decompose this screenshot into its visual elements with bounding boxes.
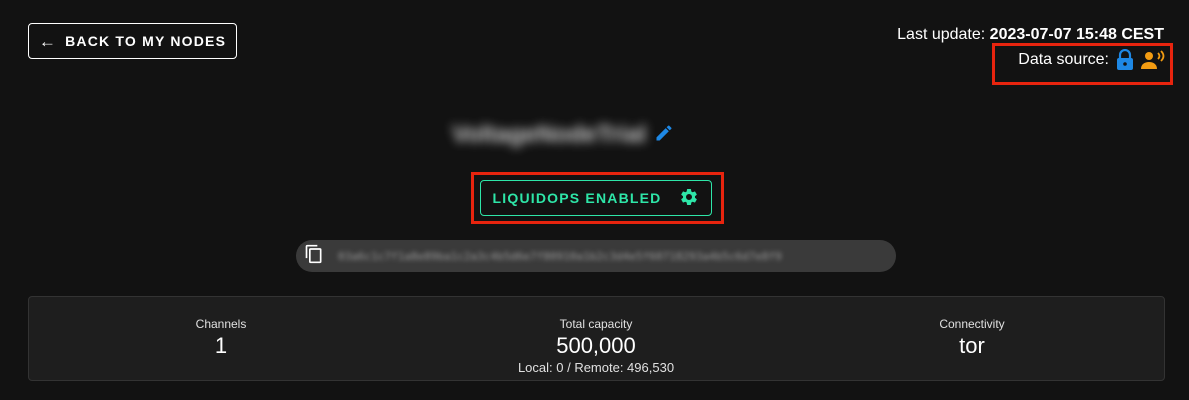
arrow-left-icon: ← [38, 31, 58, 51]
last-update-value: 2023-07-07 15:48 CEST [989, 26, 1164, 43]
edit-pencil-icon[interactable] [654, 123, 674, 148]
channels-value: 1 [214, 333, 228, 358]
liquidops-label: LIQUIDOPS ENABLED [492, 190, 662, 206]
stat-channels: Channels 1 [196, 317, 247, 359]
data-source: Data source: [1018, 49, 1165, 71]
liquidops-enabled-button[interactable]: LIQUIDOPS ENABLED [480, 180, 712, 216]
capacity-breakdown: Local: 0 / Remote: 496,530 [517, 360, 675, 375]
connectivity-label: Connectivity [939, 317, 1005, 331]
last-update: Last update: 2023-07-07 15:48 CEST [897, 26, 1164, 44]
lock-icon[interactable] [1116, 49, 1134, 71]
pubkey-chip: 03a6c1c7f1a8e89ba1c2a3c4b5d6e7f80910a1b2… [296, 240, 896, 272]
copy-icon[interactable] [304, 244, 324, 269]
stat-total-capacity: Total capacity 500,000 Local: 0 / Remote… [518, 317, 674, 375]
stat-connectivity: Connectivity tor [939, 317, 1004, 359]
capacity-value: 500,000 [556, 333, 636, 358]
node-stats-panel: Channels 1 Total capacity 500,000 Local:… [28, 296, 1165, 381]
channels-label: Channels [195, 317, 247, 331]
node-name: VoltageNodeTrial [452, 120, 674, 150]
last-update-label: Last update: [897, 26, 986, 43]
node-name-text: VoltageNodeTrial [452, 121, 647, 148]
record-voice-icon[interactable] [1141, 50, 1165, 70]
data-source-label: Data source: [1018, 51, 1109, 68]
back-button-label: BACK TO MY NODES [65, 33, 227, 49]
pubkey-text: 03a6c1c7f1a8e89ba1c2a3c4b5d6e7f80910a1b2… [338, 249, 782, 263]
back-to-my-nodes-button[interactable]: ← BACK TO MY NODES [28, 23, 237, 59]
gear-icon [679, 187, 699, 210]
capacity-label: Total capacity [559, 317, 633, 331]
connectivity-value: tor [959, 333, 985, 358]
